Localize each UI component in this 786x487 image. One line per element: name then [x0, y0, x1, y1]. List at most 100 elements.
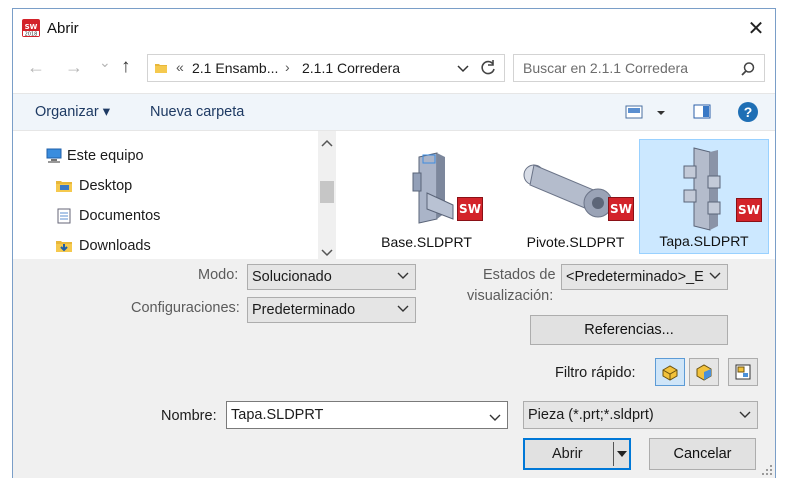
solidworks-badge-icon: SW [608, 197, 634, 221]
quick-filter-label: Filtro rápido: [555, 365, 636, 381]
file-name-input[interactable]: Tapa.SLDPRT [226, 401, 508, 429]
mode-value: Solucionado [252, 269, 332, 285]
breadcrumb-parent[interactable]: 2.1 Ensamb... [192, 60, 278, 76]
navigation-pane: Este equipo Desktop Documentos Downloads [13, 131, 338, 259]
view-icon [625, 105, 665, 119]
file-item-base[interactable]: SW Base.SLDPRT [363, 139, 490, 254]
assembly-filter-icon [696, 364, 712, 381]
part-thumbnail-pivote [523, 164, 613, 218]
display-states-label-2: visualización: [467, 288, 554, 304]
mode-select[interactable]: Solucionado [247, 264, 416, 290]
refresh-icon [481, 60, 495, 75]
forward-button[interactable]: → [65, 57, 83, 78]
help-button[interactable]: ? [738, 102, 758, 122]
chevron-down-icon[interactable] [489, 410, 501, 426]
command-bar: Organizar ▾ Nueva carpeta ? [13, 93, 775, 131]
folder-icon [154, 61, 168, 75]
solidworks-2018-icon: SW 2018 [21, 18, 41, 38]
nav-item-label: Downloads [79, 238, 151, 254]
configurations-select[interactable]: Predeterminado [247, 297, 416, 323]
chevron-down-icon [397, 270, 409, 283]
open-split-button[interactable]: Abrir [523, 438, 631, 470]
help-icon: ? [743, 104, 753, 120]
desktop-folder-icon [56, 181, 72, 192]
address-dropdown-icon[interactable] [456, 62, 470, 78]
file-type-value: Pieza (*.prt;*.sldprt) [528, 407, 654, 423]
documents-icon [57, 208, 71, 224]
nav-item-downloads[interactable]: Downloads [55, 233, 151, 259]
computer-icon [46, 148, 62, 163]
resize-grip-icon[interactable] [761, 463, 773, 475]
preview-pane-icon [693, 104, 711, 119]
solidworks-badge-icon: SW [736, 198, 762, 222]
close-button[interactable]: ✕ [741, 15, 771, 41]
refresh-button[interactable] [478, 58, 498, 78]
close-icon: ✕ [747, 17, 765, 40]
search-box[interactable]: Buscar en 2.1.1 Corredera [513, 54, 765, 82]
arrow-right-icon: → [65, 57, 83, 77]
recent-locations-button[interactable]: ⌄ [99, 54, 111, 71]
cancel-button[interactable]: Cancelar [649, 438, 756, 470]
part-thumbnail-tapa [683, 147, 721, 231]
filter-parts-toggle[interactable] [655, 358, 685, 386]
filter-assemblies-toggle[interactable] [689, 358, 719, 386]
preview-pane-button[interactable] [693, 104, 711, 120]
breadcrumb-current[interactable]: 2.1.1 Corredera [302, 60, 400, 76]
file-name-value: Tapa.SLDPRT [231, 407, 324, 423]
arrow-up-icon: ↑ [121, 56, 131, 77]
solidworks-badge-icon: SW [457, 197, 483, 221]
change-view-button[interactable] [625, 104, 669, 122]
chevron-down-icon [397, 303, 409, 316]
breadcrumb-separator[interactable]: › [285, 59, 290, 75]
scroll-thumb[interactable] [320, 181, 334, 203]
nav-item-desktop[interactable]: Desktop [55, 173, 132, 199]
file-item-pivote[interactable]: SW Pivote.SLDPRT [512, 139, 639, 254]
organize-button[interactable]: Organizar ▾ [35, 104, 110, 120]
filter-drawings-toggle[interactable] [728, 358, 758, 386]
display-states-label-1: Estados de [483, 267, 556, 283]
drawing-filter-icon [735, 364, 751, 380]
scroll-up-arrow[interactable] [321, 135, 333, 151]
open-dropdown-icon[interactable] [616, 449, 628, 459]
svg-text:2018: 2018 [25, 32, 38, 38]
window-title: Abrir [47, 20, 79, 37]
chevron-down-icon [709, 270, 721, 283]
back-button[interactable]: ← [27, 57, 45, 78]
display-states-value: <Predeterminado>_E [566, 269, 704, 285]
split-divider [613, 442, 614, 466]
options-panel: Modo: Solucionado Configuraciones: Prede… [13, 259, 775, 478]
file-list: SW Base.SLDPRT SW Pivote.SLDPRT SW Tapa.… [339, 131, 775, 259]
open-button[interactable]: Abrir [552, 446, 583, 462]
open-dialog: SW 2018 Abrir ✕ ← → ⌄ ↑ « 2.1 Ensamb... … [12, 8, 776, 478]
svg-text:SW: SW [25, 23, 38, 31]
new-folder-button[interactable]: Nueva carpeta [150, 104, 244, 120]
address-bar[interactable]: « 2.1 Ensamb... › 2.1.1 Corredera [147, 54, 505, 82]
references-button[interactable]: Referencias... [530, 315, 728, 345]
nav-item-label: Este equipo [67, 148, 144, 164]
chevron-down-icon [739, 409, 751, 422]
file-name: Base.SLDPRT [381, 234, 472, 250]
display-states-select[interactable]: <Predeterminado>_E [561, 264, 728, 290]
nav-item-este-equipo[interactable]: Este equipo [45, 143, 144, 169]
file-type-select[interactable]: Pieza (*.prt;*.sldprt) [523, 401, 758, 429]
part-thumbnail-base [412, 152, 454, 224]
configurations-value: Predeterminado [252, 302, 356, 318]
nav-scrollbar[interactable] [318, 131, 336, 259]
file-name: Tapa.SLDPRT [659, 233, 749, 249]
name-label: Nombre: [161, 408, 217, 424]
arrow-left-icon: ← [27, 57, 45, 77]
up-button[interactable]: ↑ [121, 56, 131, 78]
file-name: Pivote.SLDPRT [526, 234, 625, 250]
nav-item-label: Documentos [79, 208, 161, 224]
mode-label: Modo: [198, 267, 239, 283]
nav-item-documentos[interactable]: Documentos [55, 203, 160, 229]
file-item-tapa[interactable]: SW Tapa.SLDPRT [639, 139, 769, 254]
downloads-icon [56, 241, 72, 252]
search-input[interactable]: Buscar en 2.1.1 Corredera [523, 60, 688, 76]
nav-item-label: Desktop [79, 178, 133, 194]
part-filter-icon [662, 365, 678, 381]
title-bar[interactable]: SW 2018 Abrir ✕ [13, 9, 775, 47]
search-icon[interactable] [740, 61, 756, 77]
configurations-label: Configuraciones: [131, 300, 240, 316]
overflow-chevrons[interactable]: « [176, 59, 184, 75]
